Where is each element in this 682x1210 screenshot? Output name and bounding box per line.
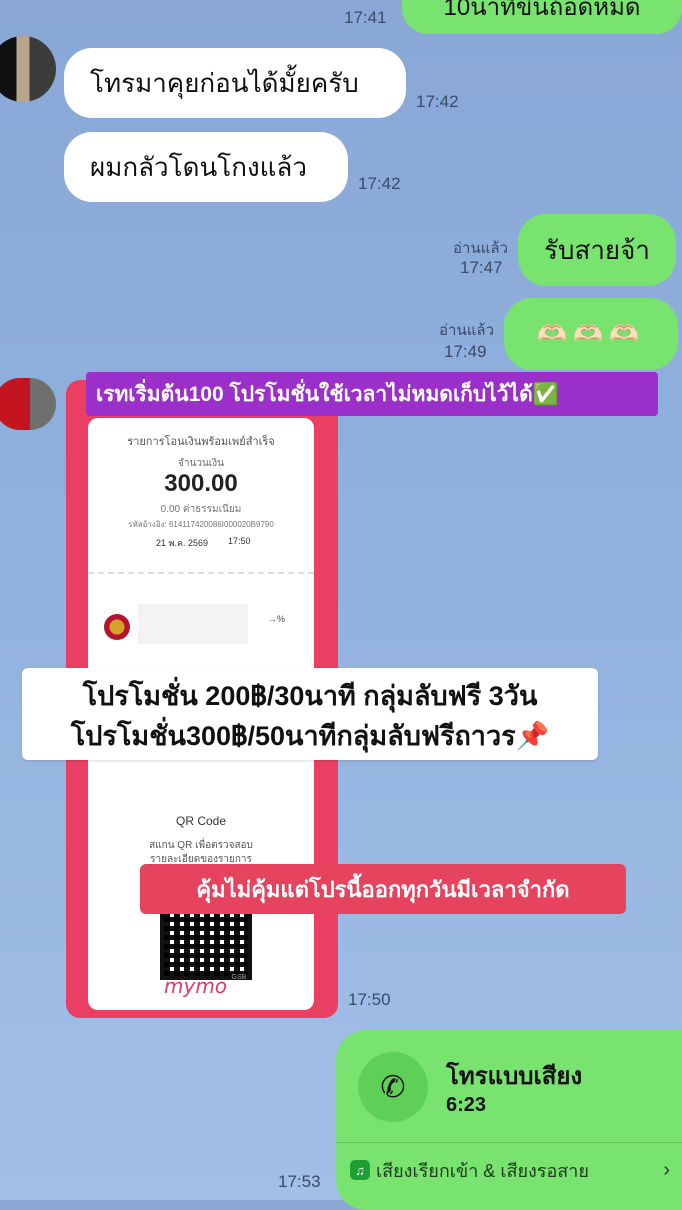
message-text: รับสายจ้า [543, 234, 650, 265]
receipt-header: รายการโอนเงินพร้อมเพย์สำเร็จ [127, 436, 275, 448]
message-time: 17:42 [358, 174, 401, 193]
mymo-logo: mymo GSB [164, 974, 254, 1000]
message-text: โทรมาคุยก่อนได้มั้ยครับ [90, 67, 359, 98]
phone-icon: ✆ [380, 1070, 406, 1104]
message-bubble-outgoing[interactable]: รับสายจ้า [518, 214, 676, 286]
chevron-right-icon: › [663, 1158, 670, 1181]
call-title: โทรแบบเสียง [446, 1063, 583, 1090]
receipt-divider [88, 572, 314, 574]
read-receipt: อ่านแล้ว [439, 322, 494, 339]
promo-banner-bottom: คุ้มไม่คุ้มแต่โปรนี้ออกทุกวันมีเวลาจำกัด [140, 864, 626, 914]
phone-icon-circle: ✆ [358, 1052, 428, 1122]
message-time: 17:47 [460, 258, 503, 277]
ringtone-link[interactable]: ♫ เสียงเรียกเข้า & เสียงรอสาย › [350, 1156, 670, 1184]
banner-text: คุ้มไม่คุ้มแต่โปรนี้ออกทุกวันมีเวลาจำกัด [196, 876, 570, 902]
voice-call-bubble[interactable]: ✆ โทรแบบเสียง 6:23 ♫ เสียงเรียกเข้า & เส… [336, 1030, 682, 1210]
message-time: 17:42 [416, 92, 459, 111]
message-bubble-incoming[interactable]: โทรมาคุยก่อนได้มั้ยครับ [64, 48, 406, 118]
fee-text: 0.00 ค่าธรรมเนียม [160, 504, 242, 515]
call-divider [336, 1142, 682, 1143]
promo-banner-top: เรทเริ่มต้น100 โปรโมชั่นใช้เวลาไม่หมดเก็… [86, 372, 658, 416]
call-duration: 6:23 [446, 1094, 487, 1116]
read-receipt: อ่านแล้ว [453, 240, 508, 257]
ringtone-text: เสียงเรียกเข้า & เสียงรอสาย [376, 1160, 589, 1181]
message-bubble-outgoing[interactable]: 🫶🏻🫶🏻🫶🏻 [504, 298, 678, 370]
bank-logo-icon [104, 614, 130, 640]
recipient-mark: →% [268, 614, 286, 624]
message-bubble-outgoing[interactable]: 10นาทีขึ้นถ้อดหมด [402, 0, 682, 34]
brand-name: mymo [164, 974, 228, 998]
receipt-date: 21 พ.ค. 2569 [156, 538, 208, 548]
message-text: 10นาทีขึ้นถ้อดหมด [443, 0, 641, 21]
brand-sub: GSB [231, 974, 247, 981]
reference-text: รหัสอ้างอิง: 614117420086I000020B9790 [128, 520, 274, 529]
heart-hands-emoji: 🫶🏻🫶🏻🫶🏻 [537, 320, 645, 348]
amount-label: จำนวนเงิน [178, 458, 224, 469]
message-time: 17:41 [344, 8, 387, 27]
contact-avatar[interactable] [0, 36, 56, 102]
message-time: 17:53 [278, 1172, 321, 1191]
contact-avatar[interactable] [0, 378, 56, 430]
qr-description: สแกน QR เพื่อตรวจสอบ [149, 840, 253, 851]
message-time: 17:50 [348, 990, 391, 1009]
message-text: ผมกลัวโดนโกงแล้ว [90, 151, 307, 182]
qr-title: QR Code [175, 814, 227, 828]
promo-line: โปรโมชั่น300฿/50นาทีกลุ่มลับฟรีถาวร📌 [70, 721, 550, 751]
banner-text: เรทเริ่มต้น100 โปรโมชั่นใช้เวลาไม่หมดเก็… [96, 382, 559, 406]
receipt-time: 17:50 [228, 536, 251, 546]
promo-line: โปรโมชั่น 200฿/30นาที กลุ่มลับฟรี 3วัน [82, 681, 538, 711]
message-bubble-incoming[interactable]: ผมกลัวโดนโกงแล้ว [64, 132, 348, 202]
amount-value: 300.00 [164, 470, 238, 497]
recipient-blur [138, 604, 248, 644]
music-icon: ♫ [350, 1160, 370, 1180]
promo-box: โปรโมชั่น 200฿/30นาที กลุ่มลับฟรี 3วัน โ… [22, 668, 598, 760]
message-time: 17:49 [444, 342, 487, 361]
